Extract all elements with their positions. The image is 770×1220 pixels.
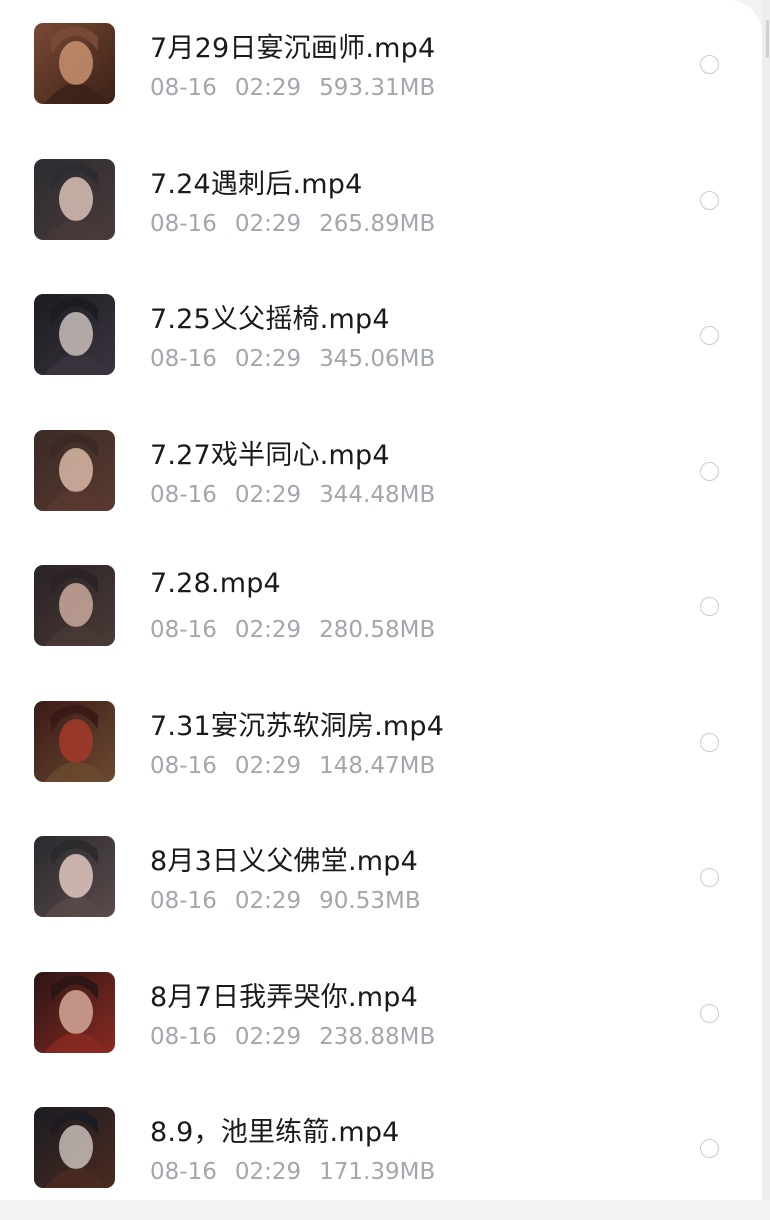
file-row[interactable]: 7.24遇刺后.mp4 08-16 02:29 265.89MB — [0, 136, 762, 272]
file-meta: 08-16 02:29 345.06MB — [150, 346, 453, 372]
file-time: 02:29 — [234, 481, 302, 508]
file-meta: 08-16 02:29 148.47MB — [150, 753, 453, 779]
file-time: 02:29 — [234, 617, 302, 643]
file-name: 7.25义父摇椅.mp4 — [150, 304, 390, 335]
file-name: 8月3日义父佛堂.mp4 — [150, 846, 418, 877]
file-time: 02:29 — [234, 1023, 302, 1050]
video-thumbnail — [34, 565, 115, 646]
select-radio[interactable] — [700, 326, 719, 345]
file-date: 08-16 — [150, 617, 217, 643]
file-size: 265.89MB — [319, 210, 436, 237]
file-row[interactable]: 7.25义父摇椅.mp4 08-16 02:29 345.06MB — [0, 271, 762, 407]
file-meta: 08-16 02:29 280.58MB — [150, 617, 453, 643]
select-radio[interactable] — [700, 55, 719, 74]
select-radio[interactable] — [700, 1003, 719, 1023]
select-radio[interactable] — [700, 190, 719, 210]
file-size: 344.48MB — [319, 481, 436, 508]
video-thumbnail — [34, 294, 115, 375]
file-name: 7月29日宴沉画师.mp4 — [150, 33, 436, 64]
file-meta: 08-16 02:29 171.39MB — [150, 1159, 453, 1185]
select-radio[interactable] — [700, 732, 719, 752]
file-size: 280.58MB — [319, 617, 436, 643]
file-name: 8.9，池里练箭.mp4 — [150, 1117, 400, 1148]
file-row[interactable]: 8月7日我弄哭你.mp4 08-16 02:29 238.88MB — [0, 949, 762, 1085]
file-date: 08-16 — [150, 752, 217, 779]
file-name: 8月7日我弄哭你.mp4 — [150, 981, 418, 1013]
file-row[interactable]: 7月29日宴沉画师.mp4 08-16 02:29 593.31MB — [0, 0, 762, 136]
select-radio[interactable] — [700, 461, 719, 481]
video-thumbnail — [34, 23, 115, 104]
file-name: 7.24遇刺后.mp4 — [150, 168, 363, 200]
file-time: 02:29 — [234, 1159, 302, 1185]
file-meta: 08-16 02:29 265.89MB — [150, 211, 453, 237]
select-radio[interactable] — [700, 1139, 719, 1158]
file-meta: 08-16 02:29 593.31MB — [150, 75, 453, 101]
file-date: 08-16 — [150, 888, 217, 914]
file-name: 7.27戏半同心.mp4 — [150, 439, 390, 471]
file-name: 7.28.mp4 — [150, 568, 281, 599]
file-size: 238.88MB — [319, 1023, 436, 1050]
file-date: 08-16 — [150, 1023, 217, 1050]
video-thumbnail — [34, 700, 115, 782]
file-size: 171.39MB — [319, 1159, 436, 1185]
file-meta: 08-16 02:29 238.88MB — [150, 1024, 453, 1050]
video-thumbnail — [34, 836, 115, 917]
file-date: 08-16 — [150, 346, 217, 372]
file-row[interactable]: 8.9，池里练箭.mp4 08-16 02:29 171.39MB — [0, 1084, 762, 1220]
select-radio[interactable] — [700, 868, 719, 887]
video-thumbnail — [34, 1107, 115, 1188]
file-meta: 08-16 02:29 344.48MB — [150, 482, 453, 508]
scroll-track[interactable] — [762, 0, 770, 1200]
file-time: 02:29 — [234, 75, 302, 101]
file-row[interactable]: 7.27戏半同心.mp4 08-16 02:29 344.48MB — [0, 407, 762, 543]
file-name: 7.31宴沉苏软洞房.mp4 — [150, 710, 445, 742]
file-time: 02:29 — [234, 210, 302, 237]
file-time: 02:29 — [234, 888, 302, 914]
scrollbar-thumb[interactable] — [766, 20, 769, 58]
file-row[interactable]: 7.28.mp4 08-16 02:29 280.58MB — [0, 542, 762, 678]
file-time: 02:29 — [234, 752, 302, 779]
select-radio[interactable] — [700, 597, 719, 616]
file-row[interactable]: 7.31宴沉苏软洞房.mp4 08-16 02:29 148.47MB — [0, 678, 762, 814]
file-date: 08-16 — [150, 481, 217, 508]
file-date: 08-16 — [150, 1159, 217, 1185]
file-size: 593.31MB — [319, 75, 436, 101]
file-meta: 08-16 02:29 90.53MB — [150, 888, 439, 914]
video-thumbnail — [34, 971, 115, 1053]
video-thumbnail — [34, 429, 115, 511]
video-thumbnail — [34, 158, 115, 240]
file-size: 345.06MB — [319, 346, 436, 372]
file-time: 02:29 — [234, 346, 302, 372]
file-date: 08-16 — [150, 210, 217, 237]
file-size: 148.47MB — [319, 752, 436, 779]
file-row[interactable]: 8月3日义父佛堂.mp4 08-16 02:29 90.53MB — [0, 813, 762, 949]
file-size: 90.53MB — [319, 888, 421, 914]
file-date: 08-16 — [150, 75, 217, 101]
